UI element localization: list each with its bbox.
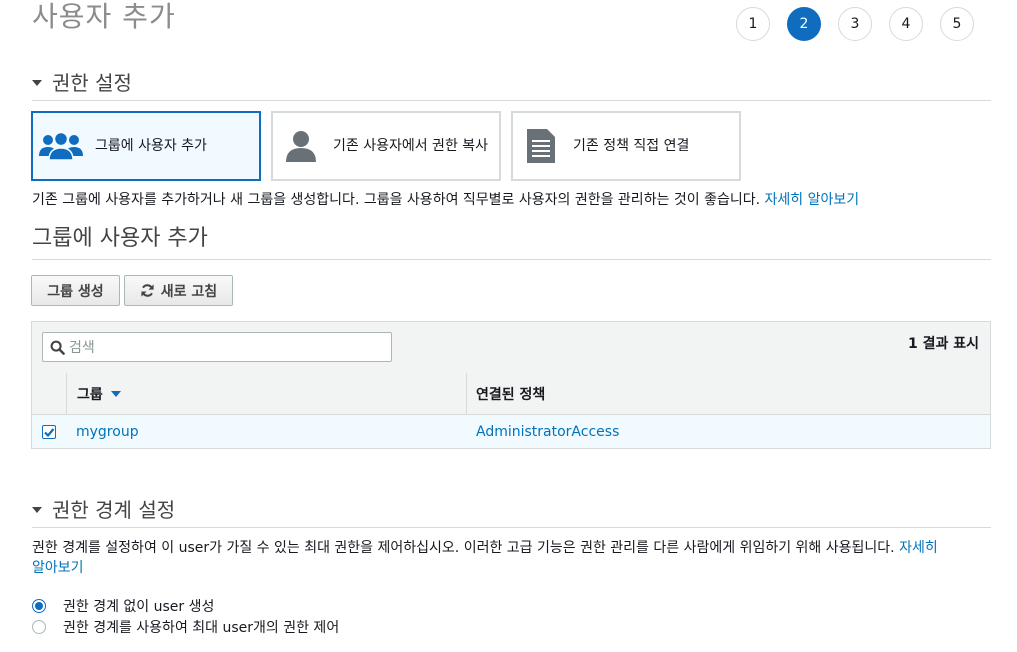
document-icon bbox=[513, 128, 569, 164]
radio-no-boundary[interactable]: 권한 경계 없이 user 생성 bbox=[32, 596, 214, 616]
create-group-button[interactable]: 그룹 생성 bbox=[31, 275, 120, 306]
option-add-to-group[interactable]: 그룹에 사용자 추가 bbox=[31, 111, 261, 181]
wizard-steps: 1 2 3 4 5 bbox=[736, 7, 974, 41]
column-divider bbox=[66, 373, 67, 414]
column-header-group[interactable]: 그룹 bbox=[77, 373, 121, 414]
caret-down-icon bbox=[32, 79, 42, 86]
step-5[interactable]: 5 bbox=[940, 7, 974, 41]
option-label: 기존 정책 직접 연결 bbox=[573, 138, 690, 154]
option-copy-from-user[interactable]: 기존 사용자에서 권한 복사 bbox=[271, 111, 501, 181]
column-header-policy[interactable]: 연결된 정책 bbox=[476, 373, 545, 414]
step-3[interactable]: 3 bbox=[838, 7, 872, 41]
step-1[interactable]: 1 bbox=[736, 7, 770, 41]
learn-more-link[interactable]: 자세히 알아보기 bbox=[765, 192, 860, 208]
option-label: 그룹에 사용자 추가 bbox=[95, 138, 207, 154]
radio-label: 권한 경계 없이 user 생성 bbox=[63, 599, 215, 615]
search-input[interactable]: 검색 bbox=[42, 332, 392, 362]
refresh-icon bbox=[140, 283, 155, 298]
group-section-heading: 그룹에 사용자 추가 bbox=[32, 226, 208, 251]
description-text: 기존 그룹에 사용자를 추가하거나 새 그룹을 생성합니다. 그룹을 사용하여 … bbox=[32, 192, 761, 208]
users-group-icon bbox=[33, 130, 89, 162]
radio-button-selected[interactable] bbox=[32, 599, 46, 613]
caret-down-icon bbox=[32, 506, 42, 513]
divider bbox=[32, 527, 991, 528]
page-title: 사용자 추가 bbox=[32, 0, 176, 33]
learn-more-link-cont[interactable]: 알아보기 bbox=[32, 560, 84, 576]
option-label: 기존 사용자에서 권한 복사 bbox=[333, 138, 489, 154]
boundary-description: 권한 경계를 설정하여 이 user가 가질 수 있는 최대 권한을 제어하십시… bbox=[32, 538, 992, 558]
checkbox-checked[interactable] bbox=[42, 424, 56, 439]
permissions-heading: 권한 설정 bbox=[52, 71, 132, 95]
user-icon bbox=[273, 128, 329, 164]
table-toolbar: 검색 1 결과 표시 bbox=[32, 322, 990, 374]
row-checkbox[interactable] bbox=[42, 415, 56, 448]
permissions-section-toggle[interactable]: 권한 설정 bbox=[32, 69, 132, 97]
sort-caret-down-icon bbox=[110, 390, 121, 397]
check-icon bbox=[44, 427, 55, 437]
refresh-button[interactable]: 새로 고침 bbox=[124, 275, 233, 306]
option-attach-policy[interactable]: 기존 정책 직접 연결 bbox=[511, 111, 741, 181]
divider bbox=[32, 100, 991, 101]
search-icon bbox=[50, 340, 65, 355]
result-count: 1 결과 표시 bbox=[907, 336, 979, 352]
group-name-link[interactable]: mygroup bbox=[76, 415, 139, 448]
table-header: 그룹 연결된 정책 bbox=[32, 373, 990, 415]
boundary-description-line2: 알아보기 bbox=[32, 558, 84, 578]
groups-table: 검색 1 결과 표시 그룹 연결된 정책 mygroup Administrat… bbox=[31, 321, 991, 449]
divider bbox=[32, 259, 991, 260]
radio-label: 권한 경계를 사용하여 최대 user개의 권한 제어 bbox=[63, 620, 340, 636]
boundary-section-toggle[interactable]: 권한 경계 설정 bbox=[32, 496, 175, 524]
step-2[interactable]: 2 bbox=[787, 7, 821, 41]
table-row[interactable]: mygroup AdministratorAccess bbox=[32, 415, 990, 448]
column-label: 그룹 bbox=[77, 386, 103, 403]
column-divider bbox=[466, 373, 467, 414]
permissions-description: 기존 그룹에 사용자를 추가하거나 새 그룹을 생성합니다. 그룹을 사용하여 … bbox=[32, 190, 859, 210]
learn-more-link[interactable]: 자세히 bbox=[899, 540, 938, 556]
radio-button[interactable] bbox=[32, 620, 46, 634]
refresh-label: 새로 고침 bbox=[160, 283, 218, 300]
policy-link[interactable]: AdministratorAccess bbox=[476, 415, 619, 448]
radio-use-boundary[interactable]: 권한 경계를 사용하여 최대 user개의 권한 제어 bbox=[32, 617, 339, 637]
search-placeholder: 검색 bbox=[69, 340, 95, 356]
boundary-heading: 권한 경계 설정 bbox=[52, 498, 176, 522]
step-4[interactable]: 4 bbox=[889, 7, 923, 41]
description-text: 권한 경계를 설정하여 이 user가 가질 수 있는 최대 권한을 제어하십시… bbox=[32, 540, 895, 556]
